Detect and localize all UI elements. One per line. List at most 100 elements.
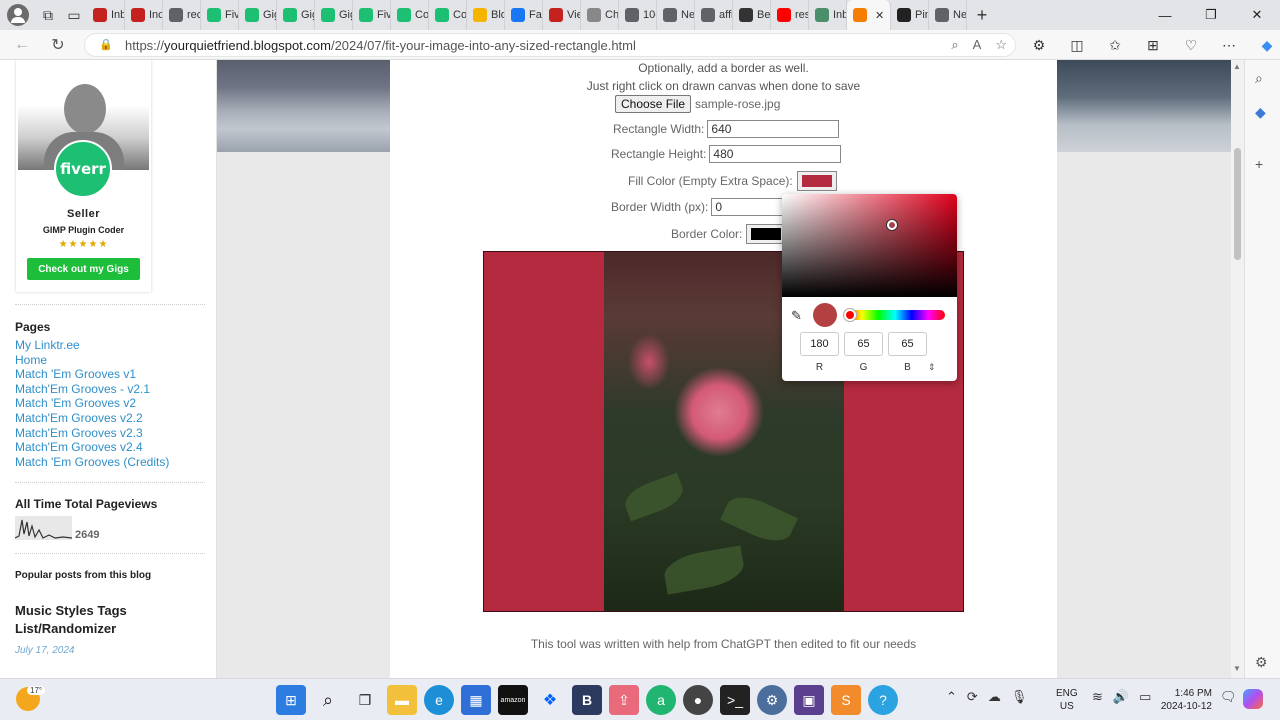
add-icon[interactable]: + (1255, 156, 1263, 172)
browser-tab[interactable]: 10- (619, 0, 657, 30)
minimize-button[interactable]: — (1142, 0, 1188, 30)
browser-tab[interactable]: Inc (125, 0, 163, 30)
eyedropper-icon[interactable]: ✎ (791, 308, 802, 324)
browser-tab[interactable]: Gig (277, 0, 315, 30)
browser-tab[interactable]: Pin (891, 0, 929, 30)
sidebar-page-link[interactable]: Match'Em Grooves v2.3 (15, 426, 169, 441)
red-input[interactable]: 180 (800, 332, 839, 356)
saturation-value-area[interactable] (782, 194, 957, 297)
volume-icon[interactable]: 🔊 (1113, 689, 1129, 705)
browser-tab[interactable]: Ne (657, 0, 695, 30)
fiverr-logo[interactable]: fiverr (54, 140, 112, 198)
sync-icon[interactable]: ⟳ (967, 689, 978, 705)
obs-icon[interactable]: ● (683, 685, 713, 715)
settings-menu-icon[interactable]: ⋯ (1216, 34, 1242, 56)
browser-tab[interactable]: Co (391, 0, 429, 30)
close-tab-icon[interactable]: ✕ (875, 9, 884, 22)
close-window-button[interactable]: ✕ (1234, 0, 1280, 30)
browser-tab[interactable]: Fac (505, 0, 543, 30)
sidebar-page-link[interactable]: Match'Em Grooves v2.2 (15, 411, 169, 426)
search-icon[interactable]: ⌕ (1255, 70, 1263, 87)
amazon-icon[interactable]: amazon (498, 685, 528, 715)
sidebar-page-link[interactable]: Home (15, 353, 169, 368)
help-icon[interactable]: ? (868, 685, 898, 715)
lock-icon[interactable]: 🔒 (99, 38, 113, 52)
a-app-icon[interactable]: a (646, 685, 676, 715)
back-button[interactable]: ← (4, 36, 40, 54)
notification-icon[interactable]: 🗨 (1220, 689, 1237, 705)
browser-tab[interactable]: Fiv (201, 0, 239, 30)
browser-tab[interactable]: Cha (581, 0, 619, 30)
sublime-icon[interactable]: S (831, 685, 861, 715)
store-icon[interactable]: ▦ (461, 685, 491, 715)
split-screen-icon[interactable]: ◫ (1064, 34, 1090, 56)
browser-tab[interactable]: Gig (239, 0, 277, 30)
shopping-icon[interactable]: ◆ (1255, 104, 1266, 121)
hue-slider-thumb[interactable] (844, 309, 856, 321)
workspaces-icon[interactable]: ⧉ (35, 2, 61, 28)
task-view-icon[interactable]: ❐ (350, 685, 380, 715)
address-bar[interactable]: 🔒 https://yourquietfriend.blogspot.com/2… (84, 33, 1016, 57)
fill-color-picker[interactable] (796, 171, 837, 191)
sidebar-page-link[interactable]: Match 'Em Grooves (Credits) (15, 455, 169, 470)
tray-expand-icon[interactable]: ⌃ (946, 689, 957, 705)
microphone-icon[interactable]: 🎙 (1011, 689, 1028, 705)
browser-tab[interactable]: Ne (929, 0, 967, 30)
green-input[interactable]: 65 (844, 332, 883, 356)
zoom-icon[interactable]: ⌕ (951, 37, 958, 53)
browser-tab[interactable]: Bes (733, 0, 771, 30)
hue-slider[interactable] (845, 310, 945, 320)
clock[interactable]: 1:46 PM 2024-10-12 (1156, 687, 1212, 713)
favorites-icon[interactable]: ✩ (1102, 34, 1128, 56)
sidebar-page-link[interactable]: Match 'Em Grooves v2 (15, 396, 169, 411)
height-input[interactable]: 480 (709, 145, 842, 163)
upload-app-icon[interactable]: ⇪ (609, 685, 639, 715)
maximize-button[interactable]: ❐ (1188, 0, 1234, 30)
copilot-taskbar-icon[interactable] (1243, 689, 1263, 709)
language-indicator[interactable]: ENG US (1056, 687, 1078, 713)
browser-tab[interactable]: Blo (467, 0, 505, 30)
new-tab-button[interactable]: + (967, 5, 997, 26)
browser-essentials-icon[interactable]: ♡ (1178, 34, 1204, 56)
scroll-up-icon[interactable]: ▲ (1233, 62, 1241, 71)
settings-app-icon[interactable]: ⚙ (757, 685, 787, 715)
popular-post-title[interactable]: Music Styles Tags List/Randomizer (15, 602, 195, 638)
wifi-icon[interactable]: ≋ (1092, 689, 1103, 705)
browser-tab[interactable]: Inb (809, 0, 847, 30)
check-gigs-button[interactable]: Check out my Gigs (27, 258, 140, 280)
read-aloud-icon[interactable]: A (973, 37, 982, 53)
browser-tab[interactable]: affi (695, 0, 733, 30)
collections-icon[interactable]: ⊞ (1140, 34, 1166, 56)
browser-tab[interactable]: Gig (315, 0, 353, 30)
copilot-icon[interactable]: ◆ (1254, 34, 1280, 56)
browser-tab[interactable]: Cou (429, 0, 467, 30)
browser-tab[interactable]: Inb (87, 0, 125, 30)
media-app-icon[interactable]: ▣ (794, 685, 824, 715)
edge-icon[interactable]: e (424, 685, 454, 715)
sidebar-page-link[interactable]: Match 'Em Grooves v1 (15, 367, 169, 382)
profile-icon[interactable] (7, 4, 29, 26)
battery-icon[interactable]: ▭ (1139, 689, 1151, 705)
width-input[interactable]: 640 (707, 120, 840, 138)
search-taskbar-icon[interactable]: ⌕ (313, 685, 343, 715)
terminal-icon[interactable]: >_ (720, 685, 750, 715)
scrollbar-thumb[interactable] (1234, 148, 1241, 260)
vertical-tabs-icon[interactable]: ▭ (61, 2, 87, 28)
browser-tab[interactable]: Fiv (353, 0, 391, 30)
favorite-star-icon[interactable]: ☆ (995, 37, 1007, 53)
sidebar-settings-icon[interactable]: ⚙ (1255, 654, 1268, 671)
b-app-icon[interactable]: B (572, 685, 602, 715)
color-mode-toggle-icon[interactable]: ⇕ (928, 362, 936, 373)
refresh-button[interactable]: ↻ (40, 35, 76, 55)
browser-tab[interactable]: Vie (543, 0, 581, 30)
onedrive-icon[interactable]: ☁ (988, 689, 1001, 705)
sidebar-page-link[interactable]: Match'Em Grooves v2.4 (15, 440, 169, 455)
sidebar-page-link[interactable]: Match'Em Grooves - v2.1 (15, 382, 169, 397)
page-scrollbar[interactable]: ▲ ▼ (1231, 60, 1244, 678)
scroll-down-icon[interactable]: ▼ (1233, 664, 1241, 673)
border-color-picker[interactable] (746, 224, 787, 244)
saturation-value-handle[interactable] (887, 220, 897, 230)
extensions-icon[interactable]: ⚙ (1026, 34, 1052, 56)
sidebar-page-link[interactable]: My Linktr.ee (15, 338, 169, 353)
file-explorer-icon[interactable]: ▬ (387, 685, 417, 715)
